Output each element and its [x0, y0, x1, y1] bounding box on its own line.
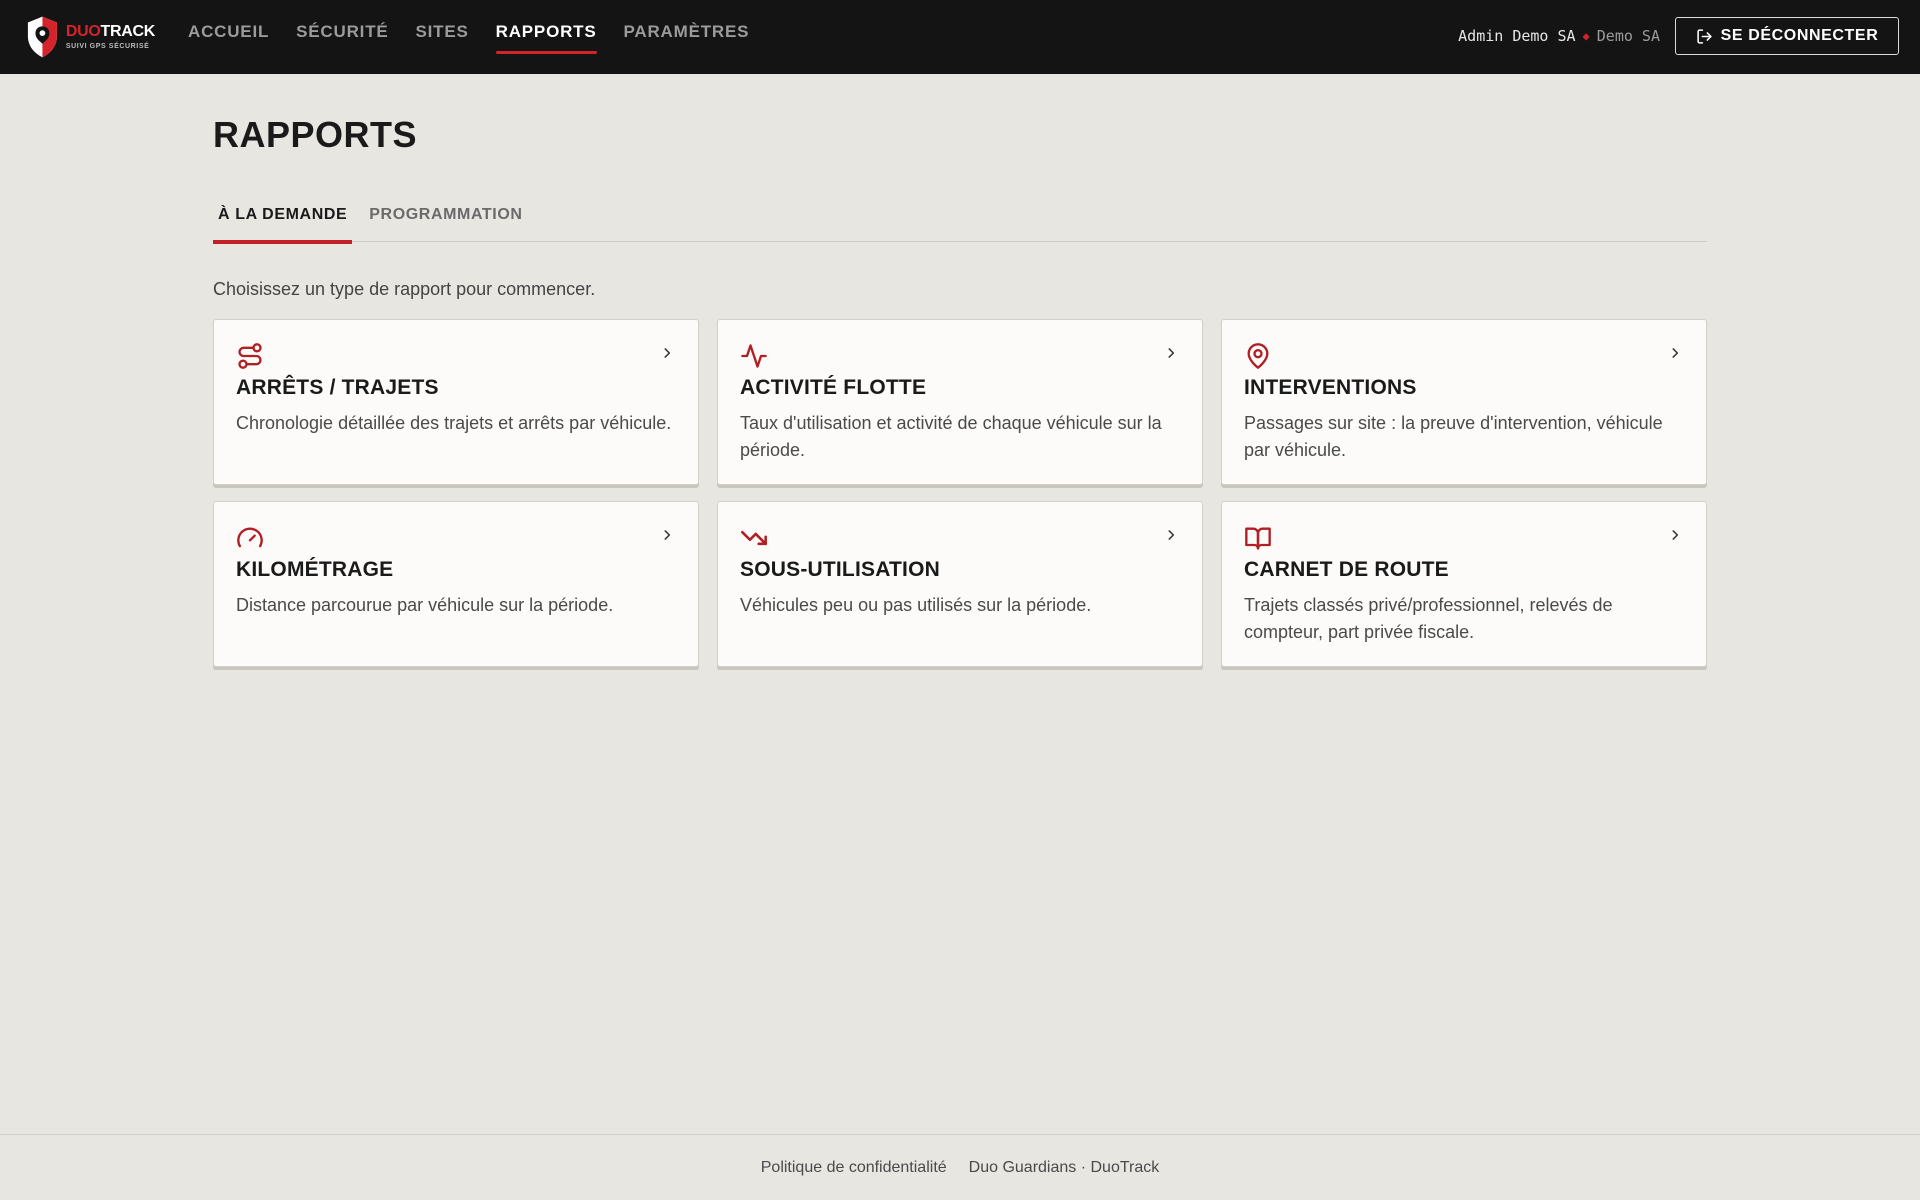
user-info: Admin Demo SA ◆ Demo SA	[1458, 27, 1660, 45]
nav-item-accueil[interactable]: ACCUEIL	[188, 0, 269, 74]
main-nav: ACCUEIL SÉCURITÉ SITES RAPPORTS PARAMÈTR…	[188, 0, 776, 74]
report-card-title: INTERVENTIONS	[1244, 376, 1417, 399]
gauge-icon	[237, 527, 263, 548]
user-separator-icon: ◆	[1582, 29, 1590, 43]
nav-item-securite[interactable]: SÉCURITÉ	[296, 0, 388, 74]
logo-tagline: SUIVI GPS SÉCURISÉ	[65, 43, 150, 50]
shield-logo-icon	[27, 16, 57, 58]
footer: Politique de confidentialité Duo Guardia…	[0, 1134, 1920, 1200]
route-icon	[238, 343, 262, 369]
report-card-description: Trajets classés privé/professionnel, rel…	[1244, 595, 1613, 642]
nav-item-sites[interactable]: SITES	[416, 0, 469, 74]
user-name: Admin Demo SA	[1458, 27, 1576, 45]
activity-icon	[741, 344, 767, 368]
report-card-description: Véhicules peu ou pas utilisés sur la pér…	[740, 595, 1092, 615]
chevron-right-icon	[1168, 348, 1175, 358]
page-title: RAPPORTS	[213, 114, 418, 155]
report-card-title: ACTIVITÉ FLOTTE	[740, 376, 927, 399]
tab-a-la-demande[interactable]: À LA DEMANDE	[213, 192, 353, 244]
logo-duo: DUO	[65, 23, 101, 40]
report-card-kilometrage[interactable]: KILOMÉTRAGE Distance parcourue par véhic…	[213, 501, 699, 667]
logout-button[interactable]: SE DÉCONNECTER	[1675, 17, 1899, 55]
report-card-title: CARNET DE ROUTE	[1244, 558, 1449, 581]
nav-item-parametres[interactable]: PARAMÈTRES	[624, 0, 750, 74]
report-card-description: Taux d'utilisation et activité de chaque…	[740, 413, 1162, 460]
chevron-right-icon	[664, 348, 671, 358]
report-card-title: SOUS-UTILISATION	[740, 558, 940, 581]
report-card-interventions[interactable]: INTERVENTIONS Passages sur site : la pre…	[1221, 319, 1707, 485]
chevron-right-icon	[1168, 530, 1175, 540]
chevron-right-icon	[664, 530, 671, 540]
report-cards-grid: ARRÊTS / TRAJETS Chronologie détaillée d…	[213, 319, 1707, 667]
logout-icon	[1696, 28, 1712, 44]
report-card-title: KILOMÉTRAGE	[236, 558, 394, 581]
report-card-title: ARRÊTS / TRAJETS	[236, 376, 439, 399]
report-card-sous-utilisation[interactable]: SOUS-UTILISATION Véhicules peu ou pas ut…	[717, 501, 1203, 667]
trending-down-icon	[741, 530, 767, 546]
intro-text: Choisissez un type de rapport pour comme…	[213, 279, 596, 299]
logo-wordmark: DUOTRACK	[66, 24, 155, 40]
top-bar: DUOTRACK SUIVI GPS SÉCURISÉ ACCUEIL SÉCU…	[0, 0, 1920, 74]
report-card-description: Passages sur site : la preuve d'interven…	[1244, 413, 1663, 460]
report-card-description: Distance parcourue par véhicule sur la p…	[236, 595, 614, 615]
privacy-policy-link[interactable]: Politique de confidentialité	[761, 1159, 947, 1177]
user-organization: Demo SA	[1596, 27, 1660, 45]
map-pin-icon	[1247, 343, 1269, 369]
chevron-right-icon	[1672, 530, 1679, 540]
chevron-right-icon	[1672, 348, 1679, 358]
report-card-carnet-de-route[interactable]: CARNET DE ROUTE Trajets classés privé/pr…	[1221, 501, 1707, 667]
logo-track: TRACK	[100, 23, 156, 40]
report-card-description: Chronologie détaillée des trajets et arr…	[236, 413, 672, 433]
report-card-arrets-trajets[interactable]: ARRÊTS / TRAJETS Chronologie détaillée d…	[213, 319, 699, 485]
logo-text: DUOTRACK SUIVI GPS SÉCURISÉ	[65, 24, 155, 51]
footer-credits: Duo Guardians · DuoTrack	[968, 1158, 1160, 1176]
tab-programmation[interactable]: PROGRAMMATION	[364, 192, 527, 242]
report-tabs: À LA DEMANDE PROGRAMMATION	[213, 192, 1707, 244]
nav-item-rapports[interactable]: RAPPORTS	[495, 0, 597, 74]
logo[interactable]: DUOTRACK SUIVI GPS SÉCURISÉ	[25, 14, 155, 60]
logout-label: SE DÉCONNECTER	[1720, 27, 1879, 44]
report-card-activite-flotte[interactable]: ACTIVITÉ FLOTTE Taux d'utilisation et ac…	[717, 319, 1203, 485]
book-open-icon	[1245, 527, 1271, 550]
